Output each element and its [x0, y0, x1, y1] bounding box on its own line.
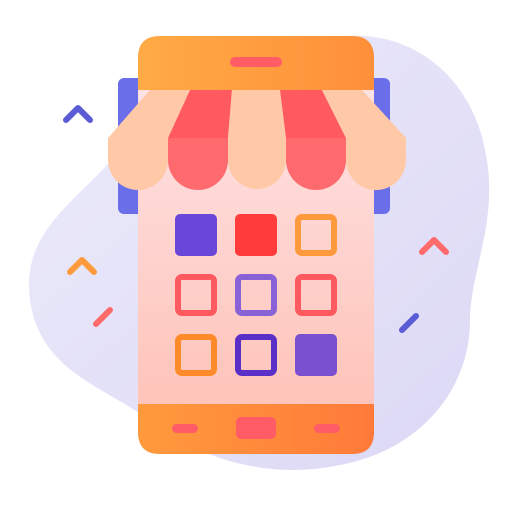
app-tile [175, 214, 217, 256]
footer-left-dash [172, 424, 198, 433]
footer-right-dash [314, 424, 340, 433]
app-tile [235, 214, 277, 256]
shop-awning [108, 90, 406, 190]
chevron-up-icon [63, 105, 93, 123]
home-button [236, 417, 276, 439]
speaker-slot [230, 57, 282, 67]
mobile-shop-illustration [28, 35, 490, 470]
app-tile [295, 334, 337, 376]
